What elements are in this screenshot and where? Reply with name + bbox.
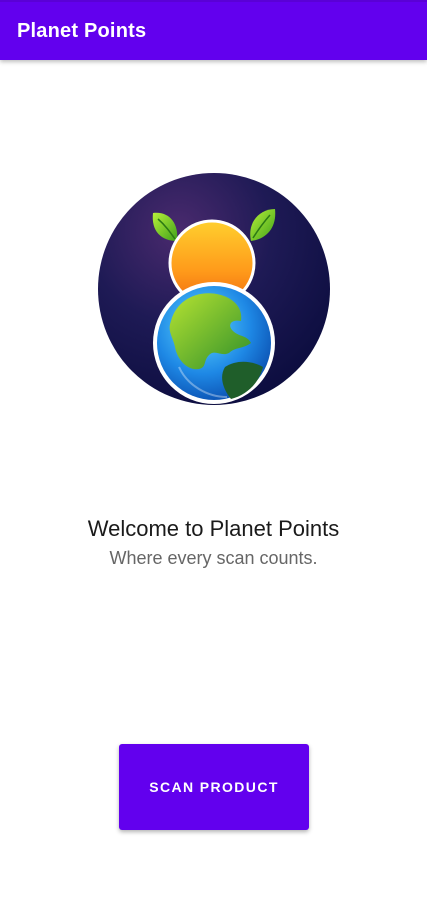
main-screen: Planet Points Welcome to Planet Points W…	[0, 0, 427, 903]
app-title: Planet Points	[17, 20, 147, 42]
logo-svg	[98, 173, 330, 405]
planet-points-logo-icon	[97, 171, 331, 407]
scan-product-button[interactable]: SCAN PRODUCT	[119, 744, 309, 830]
welcome-heading: Welcome to Planet Points	[87, 516, 340, 541]
app-bar: Planet Points	[0, 0, 427, 60]
welcome-tagline: Where every scan counts.	[109, 548, 318, 568]
